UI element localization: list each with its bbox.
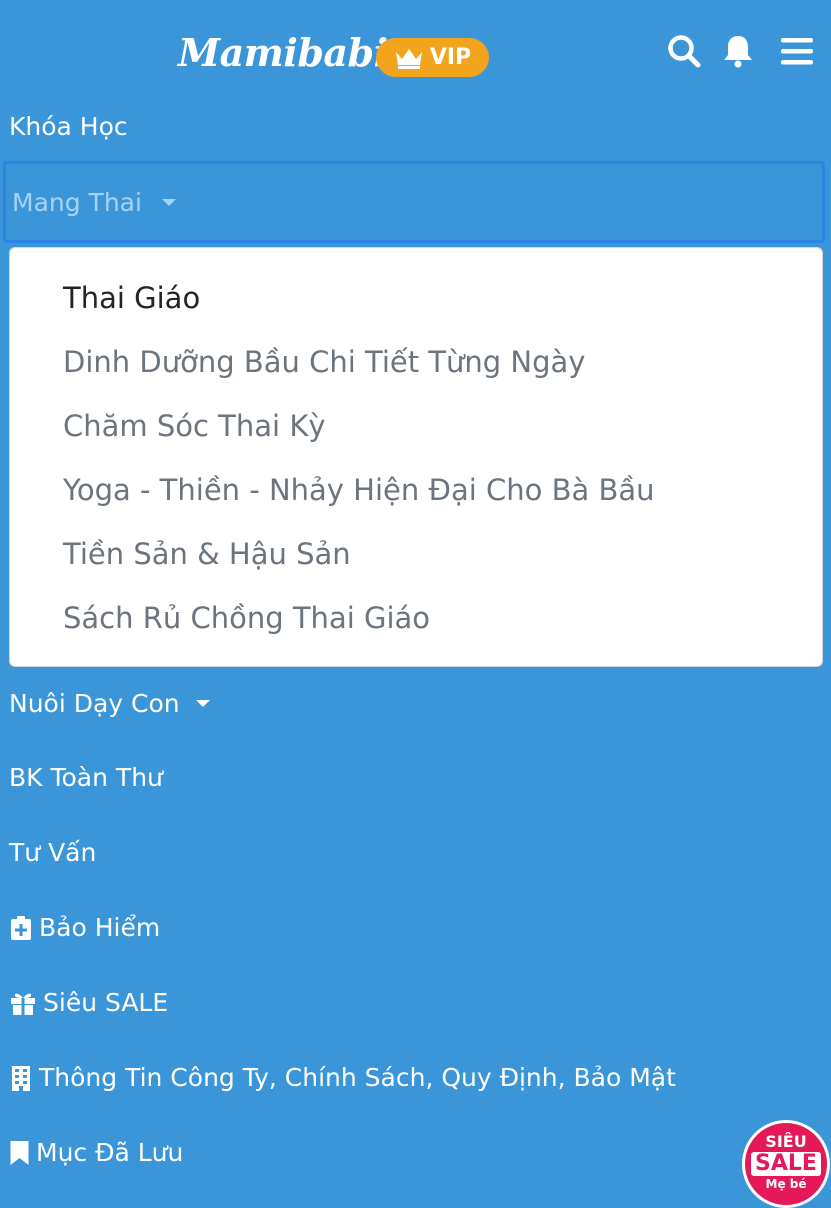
- nav-item-label: Mục Đã Lưu: [36, 1138, 184, 1167]
- super-sale-floating-badge[interactable]: SIÊU SALE Mẹ bé: [742, 1120, 830, 1208]
- nav-item-label: Tư Vấn: [9, 838, 97, 867]
- pregnancy-dropdown-menu: Thai Giáo Dinh Dưỡng Bầu Chi Tiết Từng N…: [9, 247, 823, 667]
- menu-item-prenatal-book[interactable]: Sách Rủ Chồng Thai Giáo: [10, 596, 822, 660]
- sale-badge-line2: SALE: [751, 1152, 821, 1176]
- gift-icon: [11, 993, 35, 1015]
- search-icon[interactable]: [666, 33, 702, 69]
- menu-item-prenatal-postnatal[interactable]: Tiền Sản & Hậu Sản: [10, 532, 822, 596]
- nav-item-label: Siêu SALE: [43, 988, 169, 1017]
- vip-label: VIP: [429, 45, 472, 70]
- bookmark-icon: [10, 1140, 29, 1165]
- nav-item-label: BK Toàn Thư: [9, 763, 163, 792]
- nav-item-company-info[interactable]: Thông Tin Công Ty, Chính Sách, Quy Định,…: [9, 1063, 676, 1092]
- nav-item-label: Nuôi Dạy Con: [9, 689, 180, 718]
- vip-badge[interactable]: VIP: [376, 38, 489, 77]
- menu-item-pregnancy-nutrition[interactable]: Dinh Dưỡng Bầu Chi Tiết Từng Ngày: [10, 340, 822, 404]
- medical-clipboard-icon: [11, 915, 31, 940]
- nav-item-label: Thông Tin Công Ty, Chính Sách, Quy Định,…: [39, 1063, 676, 1092]
- menu-item-prenatal-education[interactable]: Thai Giáo: [10, 276, 822, 340]
- bell-icon[interactable]: [720, 33, 756, 69]
- header: Mamibabi VIP: [0, 0, 831, 110]
- nav-item-label: Khóa Học: [9, 112, 128, 141]
- nav-item-parenting[interactable]: Nuôi Dạy Con: [9, 689, 210, 718]
- caret-down-icon: [195, 700, 210, 707]
- nav-item-label: Bảo Hiểm: [39, 913, 161, 942]
- nav-item-label: Mang Thai: [12, 187, 142, 217]
- nav-item-consulting[interactable]: Tư Vấn: [9, 838, 96, 867]
- nav-item-super-sale[interactable]: Siêu SALE: [9, 988, 168, 1017]
- caret-down-icon: [161, 198, 176, 206]
- nav-item-saved[interactable]: Mục Đã Lưu: [9, 1138, 183, 1167]
- nav-item-encyclopedia[interactable]: BK Toàn Thư: [9, 763, 163, 792]
- site-logo[interactable]: Mamibabi: [178, 30, 388, 75]
- crown-icon: [395, 48, 422, 69]
- menu-item-pregnancy-care[interactable]: Chăm Sóc Thai Kỳ: [10, 404, 822, 468]
- menu-item-yoga-meditation[interactable]: Yoga - Thiền - Nhảy Hiện Đại Cho Bà Bầu: [10, 468, 822, 532]
- nav-item-pregnancy[interactable]: Mang Thai: [3, 161, 825, 243]
- building-icon: [12, 1065, 30, 1091]
- nav-item-insurance[interactable]: Bảo Hiểm: [9, 913, 160, 942]
- menu-icon[interactable]: [779, 33, 815, 69]
- nav-item-courses[interactable]: Khóa Học: [9, 112, 128, 141]
- sale-badge-line3: Mẹ bé: [765, 1177, 807, 1191]
- sale-badge-line1: SIÊU: [765, 1132, 807, 1151]
